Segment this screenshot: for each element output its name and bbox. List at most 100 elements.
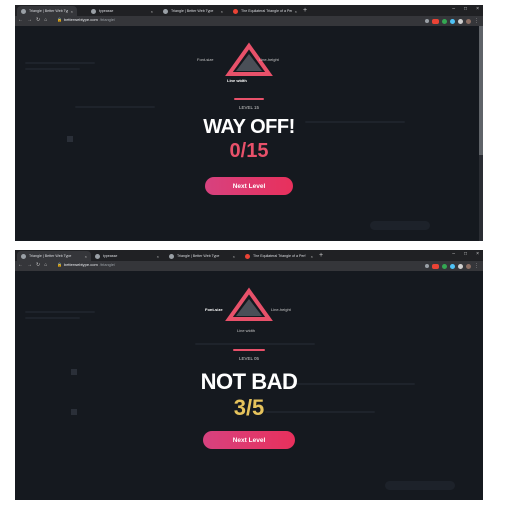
close-tab-icon[interactable]: × [311,254,313,259]
avatar[interactable] [466,263,471,269]
accent-bar [234,98,264,100]
browser-tab[interactable]: Triangle | Better Web Type × [17,6,77,16]
tab-title: Triangle | Better Web Type [29,254,72,258]
record-extension-icon[interactable] [432,263,439,269]
line-height-label: Line-height [259,57,279,62]
new-tab-button[interactable]: + [319,251,323,260]
close-tab-icon[interactable]: × [221,9,223,14]
forward-icon[interactable]: → [27,17,32,23]
line-width-label: Line width [237,328,256,333]
screenshot-bottom: Triangle | Better Web Type × typeasse × … [15,250,483,500]
background-text-line [25,311,95,313]
browser-tab[interactable]: The Equilateral Triangle of a Perf × [229,6,301,16]
menu-kebab-icon[interactable]: ⋮ [474,263,479,269]
browser-toolbar: ← → ↻ ⌂ 🔒 betterwebtype.com/triangle/ ⋮ [15,261,483,271]
close-tab-icon[interactable]: × [85,254,87,259]
close-tab-icon[interactable]: × [151,9,153,14]
green-extension-icon[interactable] [442,263,447,269]
back-icon[interactable]: ← [18,17,23,23]
background-text-line [25,68,80,70]
back-icon[interactable]: ← [18,262,23,268]
close-tab-icon[interactable]: × [157,254,159,259]
next-level-button[interactable]: Next Level [205,177,293,195]
blue-extension-icon[interactable] [450,263,455,269]
triangle-icon [225,287,273,321]
globe-favicon-icon [91,8,96,14]
page-content: Font-size Line-height Line width LEVEL 1… [15,26,483,241]
maximize-icon[interactable]: □ [464,251,467,257]
tab-title: typeasse [99,9,114,13]
browser-tab[interactable]: Triangle | Better Web Type × [159,6,227,16]
level-label: LEVEL 15 [238,105,260,110]
address-bar[interactable]: 🔒 betterwebtype.com/triangle/ [57,17,115,22]
url-path: /triangle/ [99,262,116,267]
browser-tab[interactable]: Triangle | Better Web Type × [17,251,91,261]
close-window-icon[interactable]: × [476,251,479,257]
avatar[interactable] [466,18,471,24]
background-text-line [25,317,80,319]
record-extension-icon[interactable] [432,18,439,24]
tab-strip: Triangle | Better Web Type × typeasse × … [15,5,483,16]
star-icon[interactable] [425,19,429,23]
browser-toolbar: ← → ↻ ⌂ 🔒 betterwebtype.com/triangle/ ⋮ [15,16,483,26]
minimize-icon[interactable]: – [452,251,455,257]
close-tab-icon[interactable]: × [71,9,73,14]
lock-icon: 🔒 [57,262,62,267]
background-button [370,221,430,230]
line-height-label: Line-height [271,307,291,312]
triangle-icon [225,42,273,76]
blue-extension-icon[interactable] [450,18,455,24]
triangle-favicon-icon [169,253,174,259]
background-text-line [195,343,315,345]
browser-tab[interactable]: The Equilateral Triangle of a Perf × [241,251,317,261]
triangle-favicon-icon [163,8,168,14]
extension-icons: ⋮ [425,263,479,269]
forward-icon[interactable]: → [27,262,32,268]
close-window-icon[interactable]: × [476,6,479,12]
background-button [385,481,455,490]
font-size-label: Font-size [197,57,214,62]
verdict-heading: WAY OFF! [203,116,295,138]
tab-title: typeasse [103,254,118,258]
score-value: 3/5 [233,395,265,420]
home-icon[interactable]: ⌂ [44,262,47,268]
red-circle-favicon-icon [245,253,250,259]
next-level-button[interactable]: Next Level [203,431,295,449]
close-tab-icon[interactable]: × [295,9,297,14]
tab-title: Triangle | Better Web Type [177,254,220,258]
menu-kebab-icon[interactable]: ⋮ [474,18,479,24]
close-tab-icon[interactable]: × [233,254,235,259]
browser-tab[interactable]: typeasse × [87,6,157,16]
puzzle-icon[interactable] [458,18,463,24]
reload-icon[interactable]: ↻ [36,17,40,23]
scrollbar[interactable] [479,26,483,241]
star-icon[interactable] [425,264,429,268]
puzzle-icon[interactable] [458,263,463,269]
url-path: /triangle/ [99,17,116,22]
triangle-favicon-icon [21,253,26,259]
tab-title: Triangle | Better Web Type [171,9,214,13]
scrollbar-thumb[interactable] [479,26,483,155]
accent-bar [233,349,265,351]
verdict-heading: NOT BAD [200,369,298,394]
green-extension-icon[interactable] [442,18,447,24]
new-tab-button[interactable]: + [303,6,307,15]
score-value: 0/15 [229,140,269,162]
lock-icon: 🔒 [57,17,62,22]
line-width-label: Line width [227,78,247,83]
home-icon[interactable]: ⌂ [44,17,47,23]
tab-title: Triangle | Better Web Type [29,9,68,13]
window-controls: – □ × [452,251,479,257]
background-text-line [25,62,95,64]
maximize-icon[interactable]: □ [464,6,467,12]
page-content: Font-size Line-height Line width LEVEL 0… [15,271,483,500]
tab-title: The Equilateral Triangle of a Perf [241,9,292,13]
screenshot-top: Triangle | Better Web Type × typeasse × … [15,5,483,241]
nav-buttons: ← → ↻ ⌂ [18,17,47,23]
browser-tab[interactable]: typeasse × [91,251,163,261]
triangle-favicon-icon [21,8,26,14]
browser-tab[interactable]: Triangle | Better Web Type × [165,251,239,261]
address-bar[interactable]: 🔒 betterwebtype.com/triangle/ [57,262,115,267]
reload-icon[interactable]: ↻ [36,262,40,268]
minimize-icon[interactable]: – [452,6,455,12]
